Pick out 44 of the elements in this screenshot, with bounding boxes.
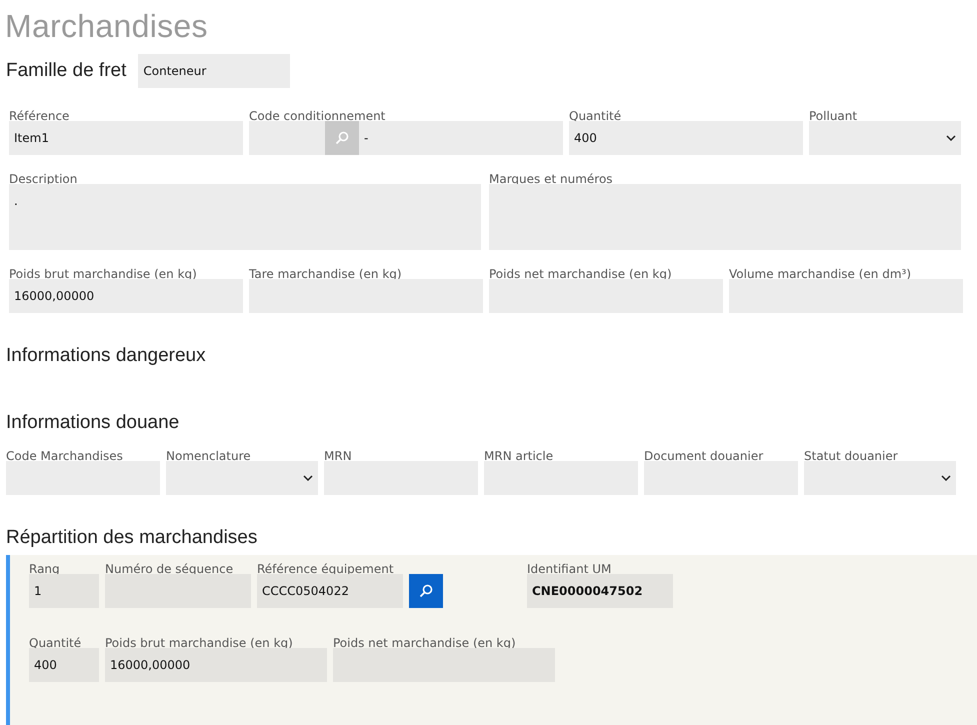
section-heading: Répartition des marchandises (5, 526, 258, 549)
section-heading: Informations douane (5, 411, 180, 434)
field-label: Quantité (569, 112, 622, 121)
section-heading: Famille de fret (6, 60, 126, 82)
input-field[interactable] (249, 121, 325, 155)
input-field[interactable]: Conteneur (138, 54, 290, 88)
field-label: Rang (29, 565, 61, 574)
input-field[interactable]: CNE0000047502 (527, 574, 673, 608)
input-field[interactable]: 16000,00000 (105, 648, 327, 682)
field-label: Référence (9, 112, 70, 121)
input-field[interactable]: 16000,00000 (9, 279, 243, 313)
field-label: Polluant (809, 112, 858, 121)
section-heading: Informations dangereux (5, 344, 207, 367)
field-label: Numéro de séquence (105, 565, 234, 574)
field-label: Identifiant UM (527, 565, 612, 574)
input-field[interactable]: 400 (29, 648, 99, 682)
input-field[interactable]: 400 (569, 121, 803, 155)
dropdown[interactable] (809, 121, 961, 155)
field-label: MRN article (484, 452, 554, 461)
dropdown[interactable] (804, 461, 956, 495)
field-label: Code conditionnement (249, 112, 386, 121)
field-label: Nomenclature (166, 452, 252, 461)
input-field[interactable]: - (359, 121, 563, 155)
search-icon (419, 584, 433, 598)
dropdown[interactable] (166, 461, 318, 495)
field-label: Volume marchandise (en dm³) (729, 270, 912, 279)
chevron-down-icon (941, 475, 951, 481)
field-label: Référence équipement (257, 565, 395, 574)
field-label: Statut douanier (804, 452, 899, 461)
input-field[interactable]: 1 (29, 574, 99, 608)
input-field[interactable]: CCCC0504022 (257, 574, 403, 608)
search-button[interactable] (409, 574, 443, 608)
field-label: Description (9, 175, 78, 184)
page-title: Marchandises (4, 7, 209, 46)
field-label: MRN (324, 452, 353, 461)
field-label: Document douanier (644, 452, 764, 461)
field-label: Quantité (29, 639, 82, 648)
chevron-down-icon (303, 475, 313, 481)
text-area[interactable]: . (9, 184, 481, 250)
input-field[interactable]: Item1 (9, 121, 243, 155)
search-icon (335, 131, 349, 145)
field-label: Code Marchandises (6, 452, 124, 461)
chevron-down-icon (946, 135, 956, 141)
field-label: Marques et numéros (489, 175, 614, 184)
